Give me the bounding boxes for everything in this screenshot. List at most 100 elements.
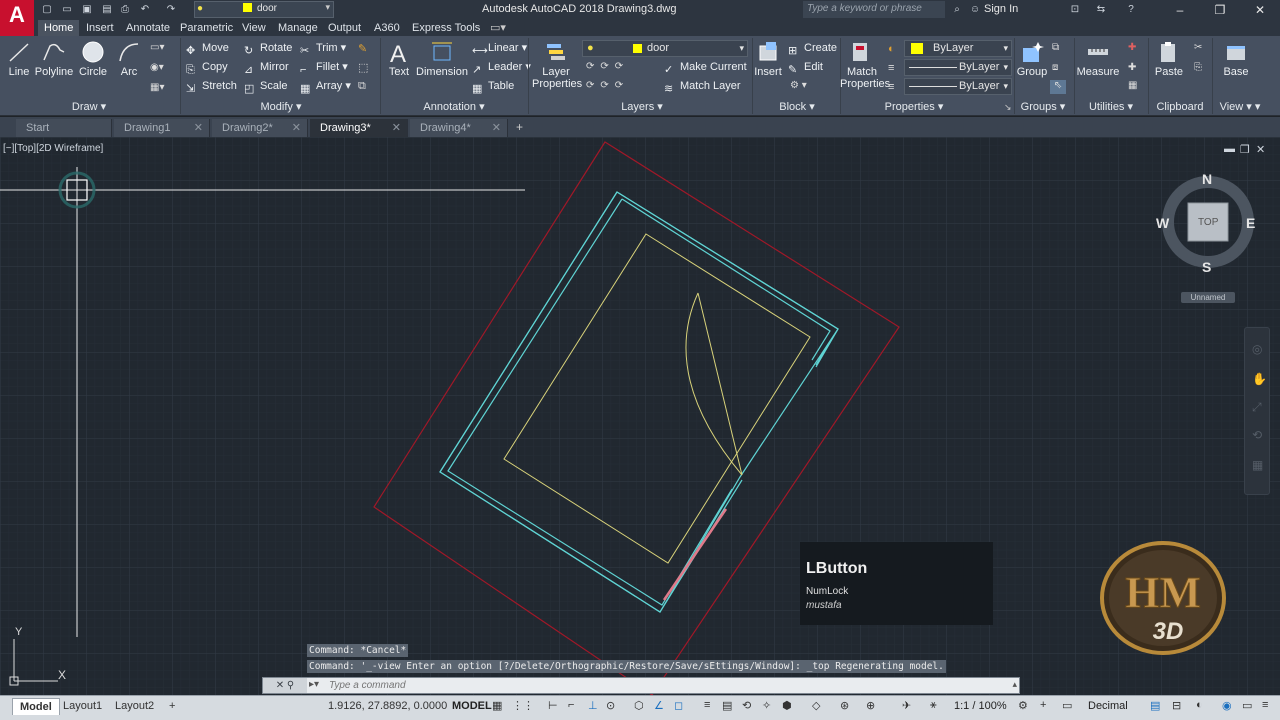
steering-wheel-icon[interactable]: ◎ [1252,342,1262,356]
view-panel-title[interactable]: View ▾ ▾ [1210,100,1270,114]
hardware-acceleration-icon[interactable]: ◉ [1222,699,1234,712]
cut-icon[interactable]: ✂ [1194,42,1202,53]
erase-icon[interactable]: ✎ [358,42,367,55]
doc-tab-drawing1[interactable]: Drawing1 ✕ [114,119,210,137]
circle-tool[interactable]: Circle [76,40,110,78]
create-block-button[interactable]: ⊞ Create [788,40,837,57]
command-line[interactable]: ✕ ⚲ ▸▾ ▴ [262,677,1020,694]
save-as-icon[interactable]: ▤ [100,3,114,16]
transparency-icon[interactable]: ▤ [722,699,734,712]
layers-panel-title[interactable]: Layers ▾ [532,100,752,114]
match-layer-button[interactable]: ≋ Match Layer [664,78,741,95]
new-tab-icon[interactable]: + [516,120,523,134]
orbit-icon[interactable]: ⟲ [1252,428,1262,442]
edit-block-button[interactable]: ✎ Edit [788,59,823,76]
ribbon-options-icon[interactable]: ▭▾ [484,20,512,36]
doc-tab-drawing2[interactable]: Drawing2* ✕ [212,119,308,137]
rotate-tool[interactable]: ↻ Rotate [244,40,292,57]
gradient-icon[interactable]: ▦▾ [150,82,166,94]
measure-tool[interactable]: Measure [1076,40,1120,78]
add-scale-icon[interactable]: + [1040,699,1052,711]
lineweight-toggle-icon[interactable]: ≡ [704,699,716,711]
scale-tool[interactable]: ◰ Scale [244,78,288,95]
viewport-minimize-icon[interactable]: ▬ [1224,143,1235,155]
new-file-icon[interactable]: ▢ [40,3,54,16]
quick-calc-icon[interactable]: ✚ [1128,62,1136,73]
tab-annotate[interactable]: Annotate [120,20,176,36]
share-icon[interactable]: ⇆ [1094,3,1108,16]
showmotion-icon[interactable]: ▦ [1252,458,1263,472]
minimize-button[interactable]: – [1160,1,1200,19]
copy-tool[interactable]: ⎘ Copy [186,59,228,76]
layer-tools-row1[interactable]: ⟳⟳⟳ [586,61,629,72]
close-tab-icon[interactable]: ✕ [292,119,301,137]
stretch-tool[interactable]: ⇲ Stretch [186,78,237,95]
3d-osnap-icon[interactable]: ✧ [762,699,774,712]
properties-launcher-icon[interactable]: ↘ [1004,102,1012,113]
isolate-objects-icon[interactable]: ◐ [1196,699,1208,711]
text-tool[interactable]: A Text [384,40,414,78]
group-edit-icon[interactable]: ⧈ [1052,62,1058,73]
workspace-gear-icon[interactable]: ⚙ [1018,699,1030,712]
clipboard-panel-title[interactable]: Clipboard [1150,100,1210,114]
copy-clip-icon[interactable]: ⎘ [1194,62,1202,73]
insert-block-tool[interactable]: Insert [754,40,782,78]
pan-icon[interactable]: ✋ [1252,372,1267,386]
fillet-tool[interactable]: ⌐ Fillet ▾ [300,59,348,76]
layout-tab-layout2[interactable]: Layout2 [108,698,161,715]
hatch-icon[interactable]: ◉▾ [150,62,166,74]
dimension-tool[interactable]: Dimension [416,40,468,78]
draw-panel-title[interactable]: Draw ▾ [4,100,174,114]
add-layout-icon[interactable]: + [162,698,182,715]
binoculars-icon[interactable]: ⌕ [950,3,964,16]
grid-toggle-icon[interactable]: ▦ [492,699,504,712]
layer-dropdown[interactable]: ● door ▾ [582,40,748,57]
tab-view[interactable]: View [236,20,272,36]
offset-icon[interactable]: ⧉ [358,80,366,93]
dynamic-input-icon[interactable]: ⌐ [568,699,580,711]
layout-tab-layout1[interactable]: Layout1 [56,698,109,715]
tab-home[interactable]: Home [38,20,80,36]
command-input[interactable] [329,679,1009,692]
annotation-scale-icon[interactable]: ⚹ [930,699,942,711]
clean-screen-icon[interactable]: ▭ [1242,699,1254,712]
trim-tool[interactable]: ✂ Trim ▾ [300,40,346,57]
rectangle-icon[interactable]: ▭▾ [150,42,166,54]
ucs-menu[interactable]: Unnamed [1181,292,1235,303]
units-selector[interactable]: Decimal [1088,700,1128,712]
layer-tools-row2[interactable]: ⟳⟳⟳ [586,80,629,91]
compass-west[interactable]: W [1156,215,1169,231]
coordinates-readout[interactable]: 1.9126, 27.8892, 0.0000 [328,700,447,712]
print-icon[interactable]: ⎙ [118,3,132,16]
compass-south[interactable]: S [1202,259,1211,275]
group-tool[interactable]: Group [1016,40,1048,78]
ungroup-icon[interactable]: ⧉ [1052,42,1059,53]
viewport-restore-icon[interactable]: ❐ [1240,143,1250,156]
close-window-button[interactable]: ✕ [1240,1,1280,19]
array-tool[interactable]: ▦ Array ▾ [300,78,351,95]
selection-filter-icon[interactable]: ◇ [812,699,824,712]
cart-icon[interactable]: ⊡ [1068,3,1082,16]
color-dropdown[interactable]: ByLayer ▾ [904,40,1012,57]
undo-icon[interactable]: ↶ [138,3,152,16]
base-view-tool[interactable]: Base [1216,40,1256,78]
snap-toggle-icon[interactable]: ⋮⋮ [512,699,534,712]
mirror-tool[interactable]: ⊿ Mirror [244,59,289,76]
compass-east[interactable]: E [1246,215,1255,231]
annotation-visibility-icon[interactable]: ⊕ [866,699,878,712]
groups-panel-title[interactable]: Groups ▾ [1016,100,1070,114]
save-icon[interactable]: ▣ [80,3,94,16]
zoom-extents-icon[interactable]: ⤢ [1252,400,1262,415]
help-search-input[interactable]: Type a keyword or phrase [803,1,945,18]
explode-icon[interactable]: ⬚ [358,61,368,74]
quick-layer-dropdown[interactable]: ● door ▾ [194,1,334,18]
doc-tab-start[interactable]: Start [16,119,112,137]
linear-tool[interactable]: ⟷ Linear ▾ [472,40,527,57]
infer-icon[interactable]: ⊢ [548,699,560,712]
help-icon[interactable]: ? [1124,3,1138,16]
id-point-icon[interactable]: ✚ [1128,42,1136,53]
maximize-button[interactable]: ❐ [1200,1,1240,19]
open-file-icon[interactable]: ▭ [60,3,74,16]
monitor-icon[interactable]: ▭ [1062,699,1074,712]
auto-scale-icon[interactable]: ✈ [902,699,914,712]
